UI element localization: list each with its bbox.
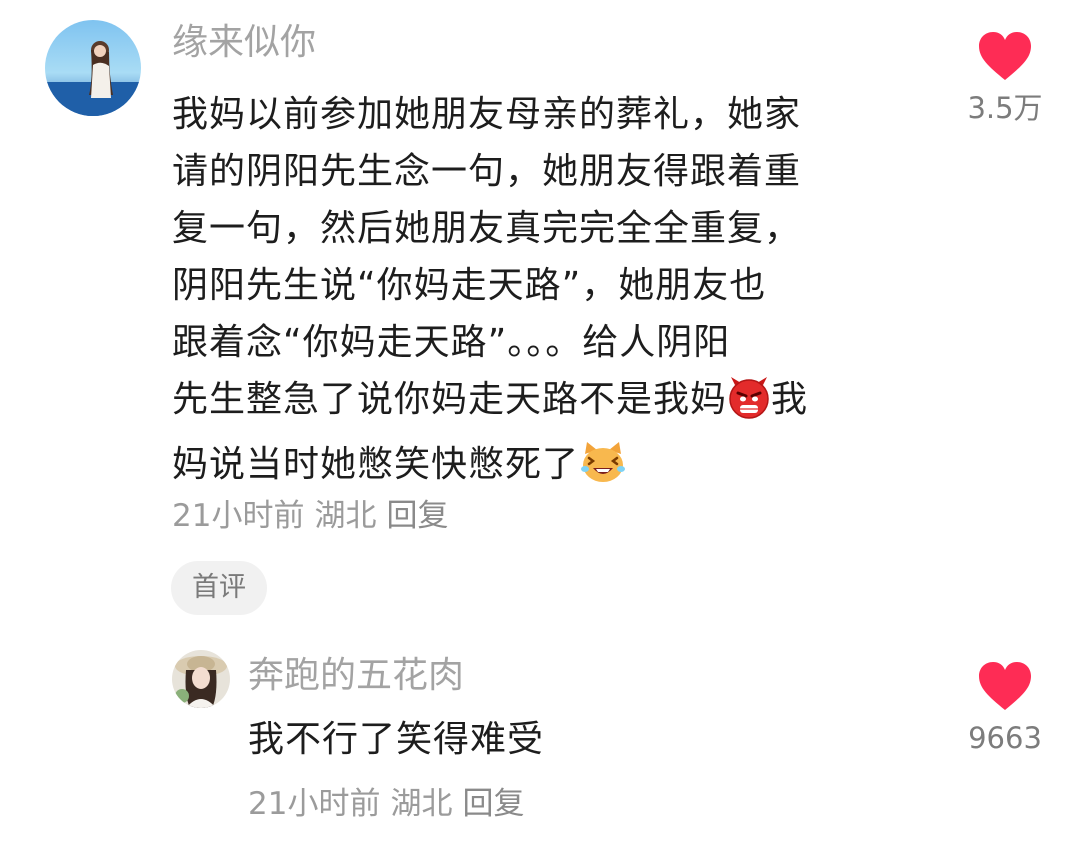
comment-line: 我 <box>771 379 809 420</box>
reply-like-button[interactable]: 9663 <box>950 662 1060 756</box>
comment-line: 妈说当时她憋笑快憋死了 <box>172 444 580 485</box>
comment-line-with-emoji: 妈说当时她憋笑快憋死了 <box>172 436 808 501</box>
heart-icon <box>979 662 1031 710</box>
reply-location: 湖北 <box>390 786 453 822</box>
comment-time: 21小时前 <box>172 498 305 534</box>
comment-line: 先生整急了说你妈走天路不是我妈 <box>172 379 728 420</box>
heart-icon <box>979 32 1031 80</box>
comment-line: 跟着念“你妈走天路”。。。给人阴阳 <box>172 322 731 363</box>
reply-time: 21小时前 <box>248 786 381 822</box>
reply-meta: 21小时前 湖北 回复 <box>248 784 534 824</box>
comment-like-button[interactable]: 3.5万 <box>950 32 1060 126</box>
first-comment-badge: 首评 <box>171 561 267 615</box>
comment-line: 请的阴阳先生念一句，她朋友得跟着重 <box>172 151 802 192</box>
laughing-cat-emoji <box>579 440 627 501</box>
comment-meta: 21小时前 湖北 回复 <box>172 496 458 536</box>
replier-avatar[interactable] <box>172 650 230 708</box>
reply-reply-button[interactable]: 回复 <box>462 784 524 824</box>
commenter-username[interactable]: 缘来似你 <box>172 21 316 65</box>
reply-button[interactable]: 回复 <box>386 496 448 536</box>
comment-line: 阴阳先生说“你妈走天路”，她朋友也 <box>172 265 767 306</box>
comment-text: 我妈以前参加她朋友母亲的葬礼，她家 请的阴阳先生念一句，她朋友得跟着重 复一句，… <box>172 86 808 501</box>
angry-face-emoji <box>727 375 771 436</box>
reply-text: 我不行了笑得难受 <box>248 719 545 760</box>
commenter-avatar[interactable] <box>45 20 141 116</box>
comment-line: 我妈以前参加她朋友母亲的葬礼，她家 <box>172 94 802 135</box>
comment-line: 复一句，然后她朋友真完完全全重复， <box>172 208 802 249</box>
comment-location: 湖北 <box>314 498 377 534</box>
reply-like-count: 9663 <box>968 721 1042 755</box>
comment-like-count: 3.5万 <box>967 91 1043 125</box>
comment-line-with-emoji: 先生整急了说你妈走天路不是我妈 我 <box>172 371 808 436</box>
replier-username[interactable]: 奔跑的五花肉 <box>248 654 464 698</box>
